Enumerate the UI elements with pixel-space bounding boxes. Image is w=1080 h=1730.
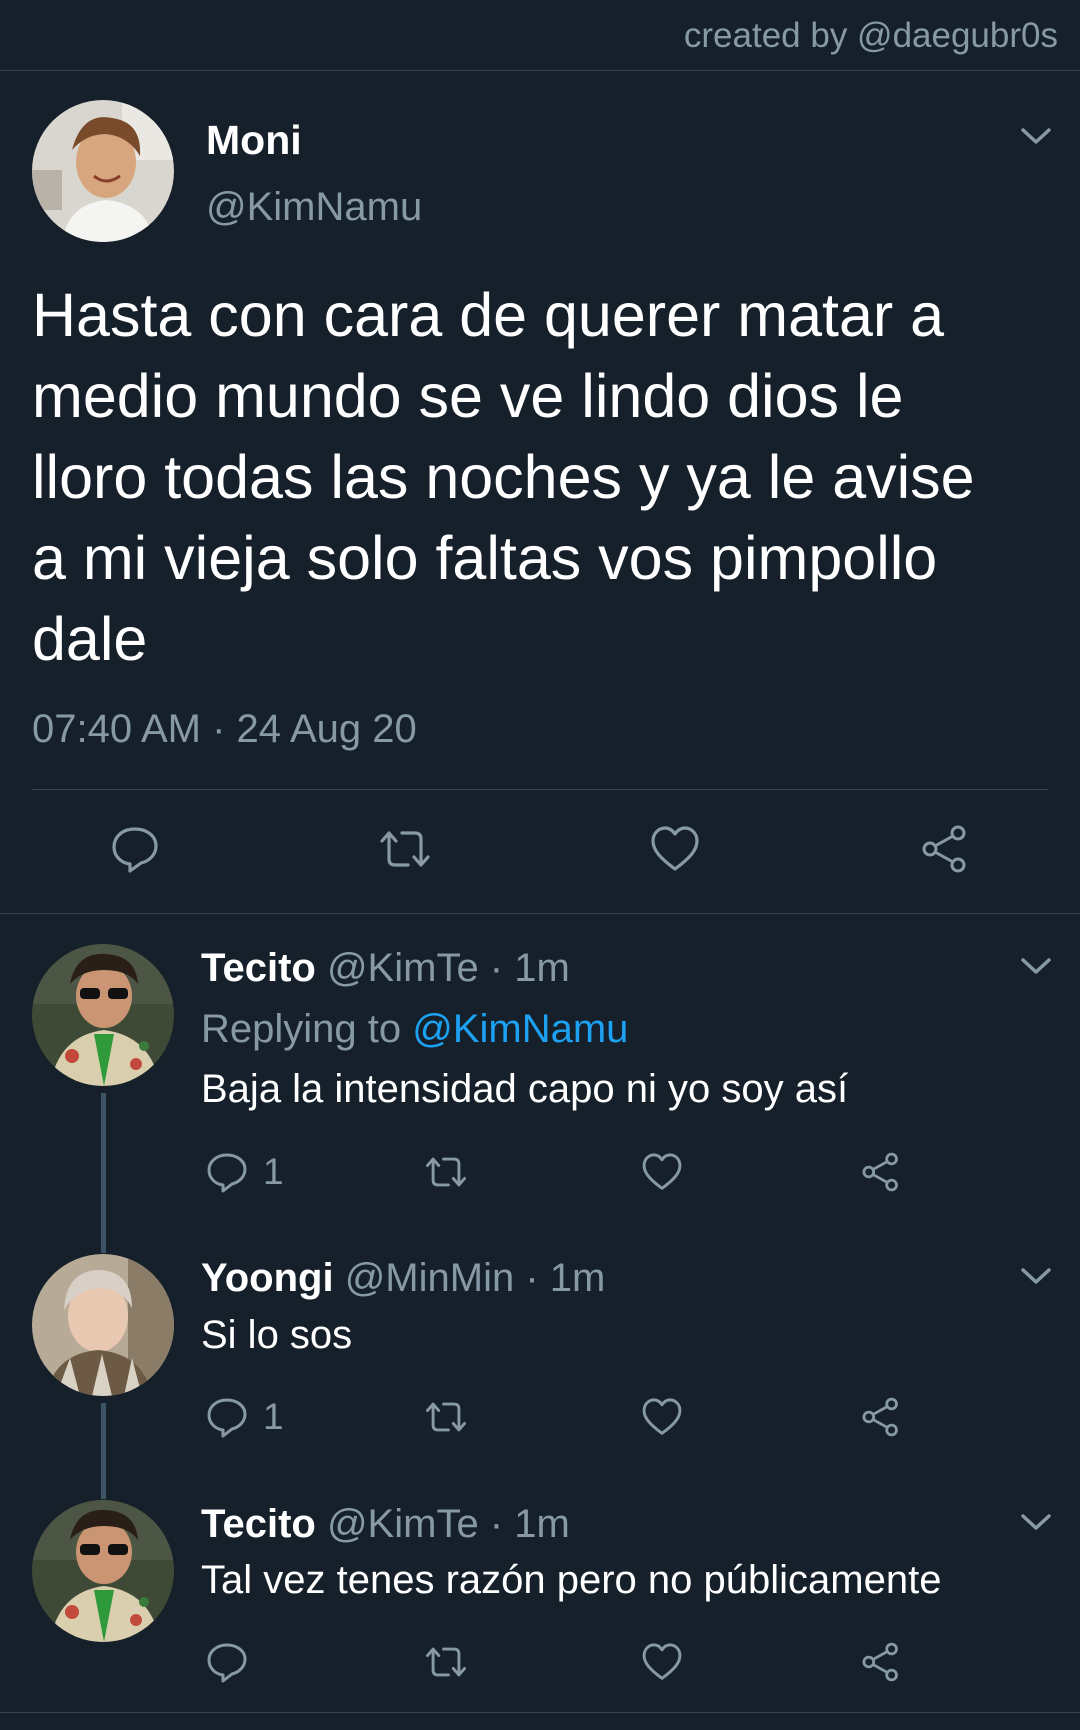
reply-count: 1 <box>263 1151 284 1192</box>
main-tweet: Moni @KimNamu Hasta con cara de querer m… <box>0 71 1080 914</box>
retweet-icon <box>421 1395 471 1439</box>
share-icon <box>859 1395 903 1439</box>
share-icon <box>859 1640 903 1684</box>
avatar[interactable] <box>32 1254 174 1396</box>
display-name[interactable]: Yoongi <box>201 1256 334 1300</box>
divider <box>0 1712 1080 1713</box>
retweet-icon <box>421 1640 471 1684</box>
like-button[interactable] <box>648 823 702 875</box>
tweet-text: Hasta con cara de querer matar a medio m… <box>32 281 975 673</box>
avatar[interactable] <box>32 1500 174 1642</box>
reply-button[interactable] <box>109 823 161 875</box>
replying-label: Replying to <box>201 1007 413 1051</box>
divider <box>32 789 1048 790</box>
retweet-button[interactable] <box>374 823 436 875</box>
retweet-button[interactable] <box>421 1395 471 1439</box>
reply-count: 1 <box>263 1396 284 1437</box>
like-button[interactable] <box>640 1395 684 1439</box>
reply-meta: @MinMin · 1m <box>344 1256 606 1300</box>
user-handle[interactable]: @KimNamu <box>206 185 422 230</box>
reply-button[interactable]: 1 <box>205 1150 284 1194</box>
reply-button[interactable] <box>205 1640 249 1684</box>
display-name[interactable]: Tecito <box>201 946 316 990</box>
retweet-button[interactable] <box>421 1640 471 1684</box>
chevron-down-icon[interactable] <box>1019 1511 1053 1533</box>
replying-to: Replying to @KimNamu <box>201 1007 628 1052</box>
mention-link[interactable]: @KimNamu <box>412 1007 628 1051</box>
heart-icon <box>640 1150 684 1194</box>
top-bar: created by @daegubr0s <box>0 0 1080 71</box>
share-button[interactable] <box>859 1150 903 1194</box>
share-icon <box>859 1150 903 1194</box>
share-button[interactable] <box>859 1640 903 1684</box>
chevron-down-icon[interactable] <box>1019 1265 1053 1287</box>
chevron-down-icon[interactable] <box>1019 955 1053 977</box>
reply-text: Baja la intensidad capo ni yo soy así <box>201 1067 849 1111</box>
reply-text: Si lo sos <box>201 1313 353 1357</box>
reply-icon <box>109 823 161 875</box>
retweet-icon <box>421 1150 471 1194</box>
display-name[interactable]: Tecito <box>201 1502 316 1546</box>
reply-meta: @KimTe · 1m <box>326 946 570 990</box>
chevron-down-icon[interactable] <box>1019 125 1053 147</box>
like-button[interactable] <box>640 1640 684 1684</box>
tweet-timestamp[interactable]: 07:40 AM · 24 Aug 20 <box>32 707 417 752</box>
watermark-text: created by @daegubr0s <box>683 16 1058 55</box>
reply-icon <box>205 1640 249 1684</box>
share-button[interactable] <box>859 1395 903 1439</box>
heart-icon <box>640 1395 684 1439</box>
reply-icon <box>205 1395 249 1439</box>
reply-meta: @KimTe · 1m <box>326 1502 570 1546</box>
thread-line <box>101 1093 106 1253</box>
heart-icon <box>648 823 702 875</box>
reply-text: Tal vez tenes razón pero no públicamente <box>201 1558 942 1602</box>
retweet-icon <box>374 823 436 875</box>
avatar[interactable] <box>32 944 174 1086</box>
reply-header: Tecito @KimTe · 1m <box>201 946 570 991</box>
heart-icon <box>640 1640 684 1684</box>
thread-line <box>101 1403 106 1499</box>
share-icon <box>918 823 972 875</box>
share-button[interactable] <box>918 823 972 875</box>
reply-header: Yoongi @MinMin · 1m <box>201 1256 605 1301</box>
like-button[interactable] <box>640 1150 684 1194</box>
display-name[interactable]: Moni <box>206 117 302 164</box>
retweet-button[interactable] <box>421 1150 471 1194</box>
reply-icon <box>205 1150 249 1194</box>
reply-header: Tecito @KimTe · 1m <box>201 1502 570 1547</box>
reply-button[interactable]: 1 <box>205 1395 284 1439</box>
avatar[interactable] <box>32 100 174 242</box>
